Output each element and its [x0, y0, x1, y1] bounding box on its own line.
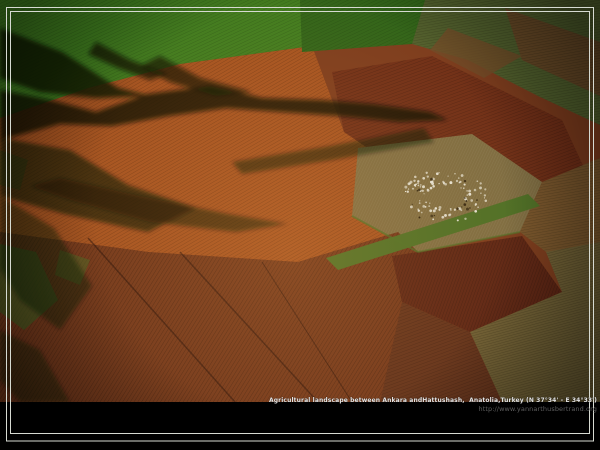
wallpaper-photo: Agricultural landscape between Ankara an…	[0, 0, 600, 450]
aerial-photo-scene	[0, 0, 600, 450]
